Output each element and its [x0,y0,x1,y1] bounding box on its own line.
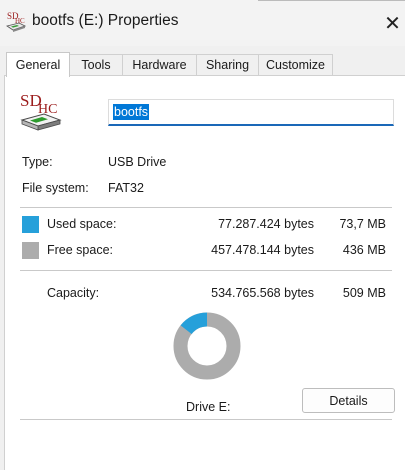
tab-general[interactable]: General [6,52,70,77]
separator [20,419,392,420]
used-space-arc [180,312,208,335]
free-space-bytes: 457.478.144 bytes [211,243,314,257]
used-space-bytes: 77.287.424 bytes [218,217,314,231]
used-space-swatch [22,216,39,233]
type-value: USB Drive [108,155,167,169]
tab-label: General [15,58,61,72]
title-bar-edge [258,0,405,1]
free-space-swatch [22,242,39,259]
space-usage-donut [173,312,241,380]
free-space-label: Free space: [47,243,114,257]
details-button-label: Details [329,393,368,408]
file-system-value: FAT32 [108,181,144,195]
tab-strip: General Tools Hardware Sharing Customize [0,52,405,77]
capacity-bytes: 534.765.568 bytes [211,286,314,300]
drive-letter-label: Drive E: [186,400,231,414]
drive-name-input[interactable]: bootfs [108,99,394,126]
tab-sharing[interactable]: Sharing [196,54,259,75]
free-space-size: 436 MB [342,243,386,257]
capacity-label: Capacity: [47,286,100,300]
capacity-size: 509 MB [342,286,386,300]
separator [20,207,392,208]
file-system-label: File system: [22,181,89,195]
tab-tools[interactable]: Tools [69,54,123,75]
close-button[interactable]: ✕ [380,6,405,40]
title-bar: SD HC bootfs (E:) Properties ✕ [0,0,405,46]
window-title: bootfs (E:) Properties [32,12,179,29]
close-icon: ✕ [384,12,401,35]
sd-card-icon: SD HC [6,11,26,32]
tab-label: Sharing [205,58,250,72]
type-label: Type: [22,155,53,169]
used-space-label: Used space: [47,217,117,231]
drive-name-selection: bootfs [113,104,150,120]
tab-hardware[interactable]: Hardware [122,54,197,75]
tab-customize[interactable]: Customize [258,54,333,75]
details-button[interactable]: Details [302,388,395,413]
tab-label: Hardware [132,58,187,72]
tab-label: Customize [265,58,326,72]
tab-label: Tools [81,58,111,72]
used-space-size: 73,7 MB [339,217,386,231]
separator [20,270,392,271]
sdhc-card-icon: SD HC [20,91,62,131]
